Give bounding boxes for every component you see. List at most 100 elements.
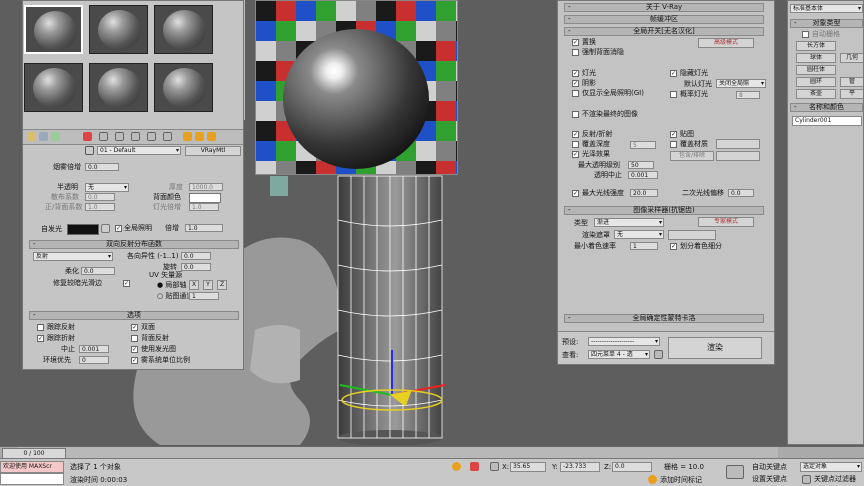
- object-type-header[interactable]: 对象类型: [790, 19, 863, 28]
- gloss-effects-checkbox[interactable]: ✓: [572, 151, 579, 158]
- override-mtl-checkbox[interactable]: [670, 141, 677, 148]
- scatter-coeff-input[interactable]: 0.0: [85, 193, 115, 201]
- translucency-dropdown[interactable]: 无: [85, 183, 129, 192]
- time-tag-icon[interactable]: [648, 475, 657, 484]
- cutoff-input[interactable]: 0.001: [79, 345, 109, 353]
- max-transp-input[interactable]: 50: [628, 161, 654, 169]
- about-vray-header[interactable]: 关于 V-Ray: [564, 3, 764, 12]
- type-dropdown[interactable]: 渐进: [594, 218, 664, 227]
- min-shading-input[interactable]: 1: [630, 242, 658, 250]
- z-coord-input[interactable]: 0.0: [612, 462, 652, 472]
- include-exclude-button[interactable]: 包含/排除: [670, 151, 714, 161]
- env-priority-input[interactable]: 0: [79, 356, 109, 364]
- self-illum-map-button[interactable]: [101, 224, 110, 233]
- brdf-type-dropdown[interactable]: 反射: [33, 252, 113, 261]
- material-id-icon[interactable]: [147, 132, 156, 141]
- lights-checkbox[interactable]: ✓: [572, 70, 579, 77]
- put-library-icon[interactable]: [131, 132, 140, 141]
- transp-cutoff-input[interactable]: 0.001: [628, 171, 658, 179]
- fog-units-checkbox[interactable]: ✓: [131, 357, 138, 364]
- material-type-button[interactable]: VRayMtl: [185, 146, 241, 156]
- aa-filter-extra-button[interactable]: [668, 230, 716, 240]
- reflection-refraction-checkbox[interactable]: ✓: [572, 131, 579, 138]
- sample-slot-3[interactable]: [154, 5, 213, 54]
- sample-slot-6[interactable]: [154, 63, 213, 112]
- maxscript-listener-2[interactable]: [0, 473, 64, 485]
- view-dropdown[interactable]: 四元菜单 4 - 透: [588, 350, 650, 359]
- geosphere-button[interactable]: 几何: [840, 53, 863, 63]
- axis-z-button[interactable]: Z: [217, 280, 227, 290]
- sphere-button[interactable]: 球体: [796, 53, 836, 63]
- selection-set-dropdown[interactable]: 选定对象: [800, 462, 862, 472]
- brdf-rollout-header[interactable]: 双向反射分布函数: [29, 240, 239, 249]
- rotation-input[interactable]: 0.0: [181, 263, 211, 271]
- plane-button[interactable]: 平: [840, 89, 863, 99]
- axis-x-button[interactable]: X: [189, 280, 199, 290]
- render-button[interactable]: 渲染: [668, 337, 762, 359]
- trace-reflect-checkbox[interactable]: [37, 324, 44, 331]
- reflect-back-checkbox[interactable]: [131, 335, 138, 342]
- torus-button[interactable]: 圆环: [796, 77, 836, 87]
- multiplier-input[interactable]: 1.0: [185, 224, 223, 232]
- set-key-label[interactable]: 设置关键点: [752, 475, 787, 484]
- sample-slot-2[interactable]: [89, 5, 148, 54]
- go-parent-icon[interactable]: [195, 132, 204, 141]
- shadows-checkbox[interactable]: ✓: [572, 80, 579, 87]
- copy-icon[interactable]: [99, 132, 108, 141]
- fog-multiplier-input[interactable]: 0.0: [85, 163, 119, 171]
- probabilistic-input[interactable]: 8: [736, 91, 760, 99]
- axis-y-button[interactable]: Y: [203, 280, 213, 290]
- displacement-checkbox[interactable]: ✓: [572, 39, 579, 46]
- back-color-swatch[interactable]: [189, 193, 221, 203]
- thickness-input[interactable]: 1000.0: [189, 183, 223, 191]
- map-channel-input[interactable]: 1: [189, 292, 219, 300]
- trace-refract-checkbox[interactable]: ✓: [37, 335, 44, 342]
- override-mtl-button[interactable]: [716, 139, 760, 149]
- assign-material-icon[interactable]: [51, 132, 60, 141]
- box-button[interactable]: 长方体: [796, 41, 836, 51]
- global-switches-header[interactable]: 全局开关[无名汉化]: [564, 27, 764, 36]
- absolute-mode-icon[interactable]: [490, 462, 499, 471]
- lock-view-icon[interactable]: [654, 350, 663, 359]
- hidden-lights-checkbox[interactable]: ✓: [670, 70, 677, 77]
- self-illum-swatch[interactable]: [67, 224, 99, 235]
- tube-button[interactable]: 管: [840, 77, 863, 87]
- reset-icon[interactable]: [83, 132, 92, 141]
- gi-checkbox[interactable]: ✓: [115, 225, 122, 232]
- max-ray-checkbox[interactable]: ✓: [572, 190, 579, 197]
- image-sampler-header[interactable]: 图像采样器(抗锯齿): [564, 206, 764, 215]
- primitive-type-dropdown[interactable]: 标准基本体: [790, 4, 863, 13]
- object-name-input[interactable]: Cylinder001: [792, 116, 862, 126]
- fix-dark-checkbox[interactable]: ✓: [123, 280, 130, 287]
- secondary-bias-input[interactable]: 0.0: [728, 189, 754, 197]
- aa-filter-dropdown[interactable]: 无: [614, 230, 664, 239]
- preset-dropdown[interactable]: --------------------: [588, 337, 660, 346]
- double-sided-checkbox[interactable]: ✓: [131, 324, 138, 331]
- sample-slot-1[interactable]: [24, 5, 83, 54]
- light-mult-input[interactable]: 1.0: [189, 203, 219, 211]
- material-name-field[interactable]: 01 - Default: [97, 146, 181, 155]
- selection-lock-icon[interactable]: [470, 462, 479, 471]
- force-backface-checkbox[interactable]: [572, 49, 579, 56]
- sample-slot-5[interactable]: [89, 63, 148, 112]
- show-gi-only-checkbox[interactable]: [572, 90, 579, 97]
- include-exclude-extra-button[interactable]: [716, 151, 760, 161]
- auto-key-label[interactable]: 自动关键点: [752, 463, 787, 472]
- cylinder-button[interactable]: 圆柱体: [796, 65, 836, 75]
- maxscript-listener[interactable]: 欢迎使用 MAXScr: [0, 461, 64, 473]
- options-rollout-header[interactable]: 选项: [29, 311, 239, 320]
- override-depth-input[interactable]: 5: [630, 141, 656, 149]
- default-lights-dropdown[interactable]: 关闭全局照: [716, 79, 766, 88]
- pick-material-icon[interactable]: [85, 146, 94, 155]
- expert-mode-button[interactable]: 高级模式: [698, 38, 754, 48]
- override-depth-checkbox[interactable]: [572, 141, 579, 148]
- put-material-icon[interactable]: [39, 132, 48, 141]
- fwd-back-input[interactable]: 1.0: [85, 203, 115, 211]
- max-ray-input[interactable]: 20.0: [630, 189, 658, 197]
- set-key-icon[interactable]: [726, 465, 744, 479]
- unique-icon[interactable]: [115, 132, 124, 141]
- show-map-icon[interactable]: [163, 132, 172, 141]
- isolate-icon[interactable]: [452, 462, 461, 471]
- expert-mode2-button[interactable]: 专家模式: [698, 217, 754, 227]
- sample-slot-4[interactable]: [24, 63, 83, 112]
